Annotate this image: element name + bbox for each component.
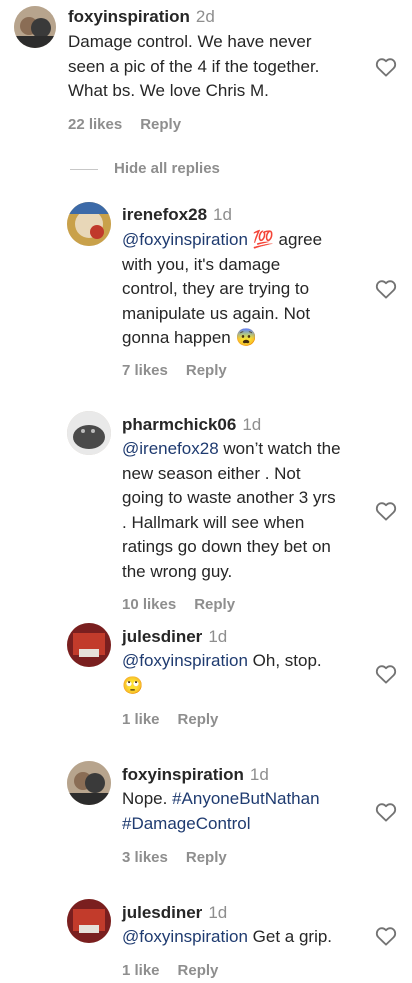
avatar[interactable] xyxy=(67,761,111,805)
comment-text-segment: ratings go down they bet on xyxy=(122,537,331,556)
comment-text-segment: control, they are trying to xyxy=(122,279,310,298)
reply-button[interactable]: Reply xyxy=(186,362,227,379)
comment-text: @foxyinspiration 💯 agree with you, it's d… xyxy=(122,228,322,351)
reply-button[interactable]: Reply xyxy=(140,116,181,133)
comment-text-segment: manipulate us again. Not xyxy=(122,303,311,323)
comment-text-segment: 🙄 xyxy=(122,675,144,695)
comment-text-segment: seen a pic of the 4 if the together. xyxy=(68,56,320,76)
username[interactable]: irenefox28 xyxy=(122,205,207,224)
avatar[interactable] xyxy=(67,623,111,667)
like-icon[interactable] xyxy=(375,664,397,684)
mention-link[interactable]: @foxyinspiration xyxy=(122,927,248,946)
comment-text: @irenefox28 won’t watch the new season ei… xyxy=(122,437,341,584)
comment-line: . Hallmark will see when xyxy=(122,511,341,536)
username[interactable]: foxyinspiration xyxy=(122,765,244,784)
comment-text: Damage control. We have never seen a pic … xyxy=(68,30,319,104)
comment-line: with you, it's damage xyxy=(122,253,322,278)
reply-button[interactable]: Reply xyxy=(194,596,235,613)
username[interactable]: foxyinspiration xyxy=(68,7,190,26)
comment-line: seen a pic of the 4 if the together. xyxy=(68,55,319,80)
timestamp: 1d xyxy=(213,205,232,224)
username[interactable]: julesdiner xyxy=(122,627,202,646)
comment-text-segment: Damage control. We have never xyxy=(68,32,312,51)
comment-text-segment: Oh, stop. xyxy=(247,651,322,670)
comment-text-segment: going to waste another 3 yrs xyxy=(122,488,336,507)
comment-line: gonna happen 😨 xyxy=(122,326,322,351)
username[interactable]: pharmchick06 xyxy=(122,415,236,434)
comment-line: ratings go down they bet on xyxy=(122,535,341,560)
timestamp: 1d xyxy=(242,415,262,434)
comment-text-segment: new season either . Not xyxy=(122,463,301,483)
likes-count[interactable]: 1 like xyxy=(122,962,160,979)
comment-text-segment: . Hallmark will see when xyxy=(122,512,305,532)
comment-text-segment: 💯 agree xyxy=(247,230,323,249)
like-icon[interactable] xyxy=(375,501,397,521)
comment-text-segment: with you, it's damage xyxy=(122,254,281,274)
timestamp: 1d xyxy=(208,627,228,646)
like-icon[interactable] xyxy=(375,926,397,946)
timestamp: 1d xyxy=(208,903,228,922)
comment-text-segment: gonna happen 😨 xyxy=(122,328,257,347)
comment-line: Damage control. We have never xyxy=(68,30,319,55)
comment-line: control, they are trying to xyxy=(122,277,322,302)
like-icon[interactable] xyxy=(375,57,397,77)
mention-link[interactable]: @irenefox28 xyxy=(122,439,219,458)
avatar[interactable] xyxy=(67,899,111,943)
reply-button[interactable]: Reply xyxy=(186,849,227,866)
like-icon[interactable] xyxy=(375,279,397,299)
comment-line: Nope. #AnyoneButNathan xyxy=(122,787,320,812)
comment-text-segment: Get a grip. xyxy=(247,927,333,946)
comment-line: @irenefox28 won’t watch the xyxy=(122,437,341,462)
reply-button[interactable]: Reply xyxy=(178,962,219,979)
comment-text-segment: Nope. xyxy=(122,789,173,808)
hashtag-link[interactable]: #DamageControl xyxy=(122,814,251,833)
avatar[interactable] xyxy=(67,202,111,246)
comment-text-segment: won’t watch the xyxy=(218,439,341,458)
likes-count[interactable]: 22 likes xyxy=(68,116,122,133)
timestamp: 2d xyxy=(195,7,215,26)
comment-line: 🙄 xyxy=(122,674,322,699)
timestamp: 1d xyxy=(249,765,269,784)
comment-line: new season either . Not xyxy=(122,462,341,487)
hide-replies-button[interactable]: Hide all replies xyxy=(70,159,310,181)
hashtag-link[interactable]: #AnyoneButNathan xyxy=(172,789,319,808)
comment-text: @foxyinspiration Oh, stop. 🙄 xyxy=(122,649,322,698)
comment-text: @foxyinspiration Get a grip. xyxy=(122,925,332,950)
comment-line: going to waste another 3 yrs xyxy=(122,486,341,511)
avatar[interactable] xyxy=(67,411,111,455)
like-icon[interactable] xyxy=(375,802,397,822)
comment-line: @foxyinspiration 💯 agree xyxy=(122,228,322,253)
comment-line: @foxyinspiration Get a grip. xyxy=(122,925,332,950)
comment-line: #DamageControl xyxy=(122,812,320,837)
comment-text-segment: What bs. We love Chris M. xyxy=(68,81,269,100)
likes-count[interactable]: 7 likes xyxy=(122,362,168,379)
username[interactable]: julesdiner xyxy=(122,903,202,922)
comment-line: @foxyinspiration Oh, stop. xyxy=(122,649,322,674)
mention-link[interactable]: @foxyinspiration xyxy=(122,651,248,670)
comment-line: manipulate us again. Not xyxy=(122,302,322,327)
hide-replies-label: Hide all replies xyxy=(114,160,220,177)
comment-line: What bs. We love Chris M. xyxy=(68,79,319,104)
comment-text: Nope. #AnyoneButNathan #DamageControl xyxy=(122,787,320,836)
mention-link[interactable]: @foxyinspiration xyxy=(122,230,248,249)
comment-text-segment: the wrong guy. xyxy=(122,561,233,581)
divider xyxy=(70,169,98,170)
reply-button[interactable]: Reply xyxy=(178,711,219,728)
likes-count[interactable]: 1 like xyxy=(122,711,160,728)
likes-count[interactable]: 10 likes xyxy=(122,596,176,613)
comment-line: the wrong guy. xyxy=(122,560,341,585)
avatar[interactable] xyxy=(14,6,56,48)
likes-count[interactable]: 3 likes xyxy=(122,849,168,866)
